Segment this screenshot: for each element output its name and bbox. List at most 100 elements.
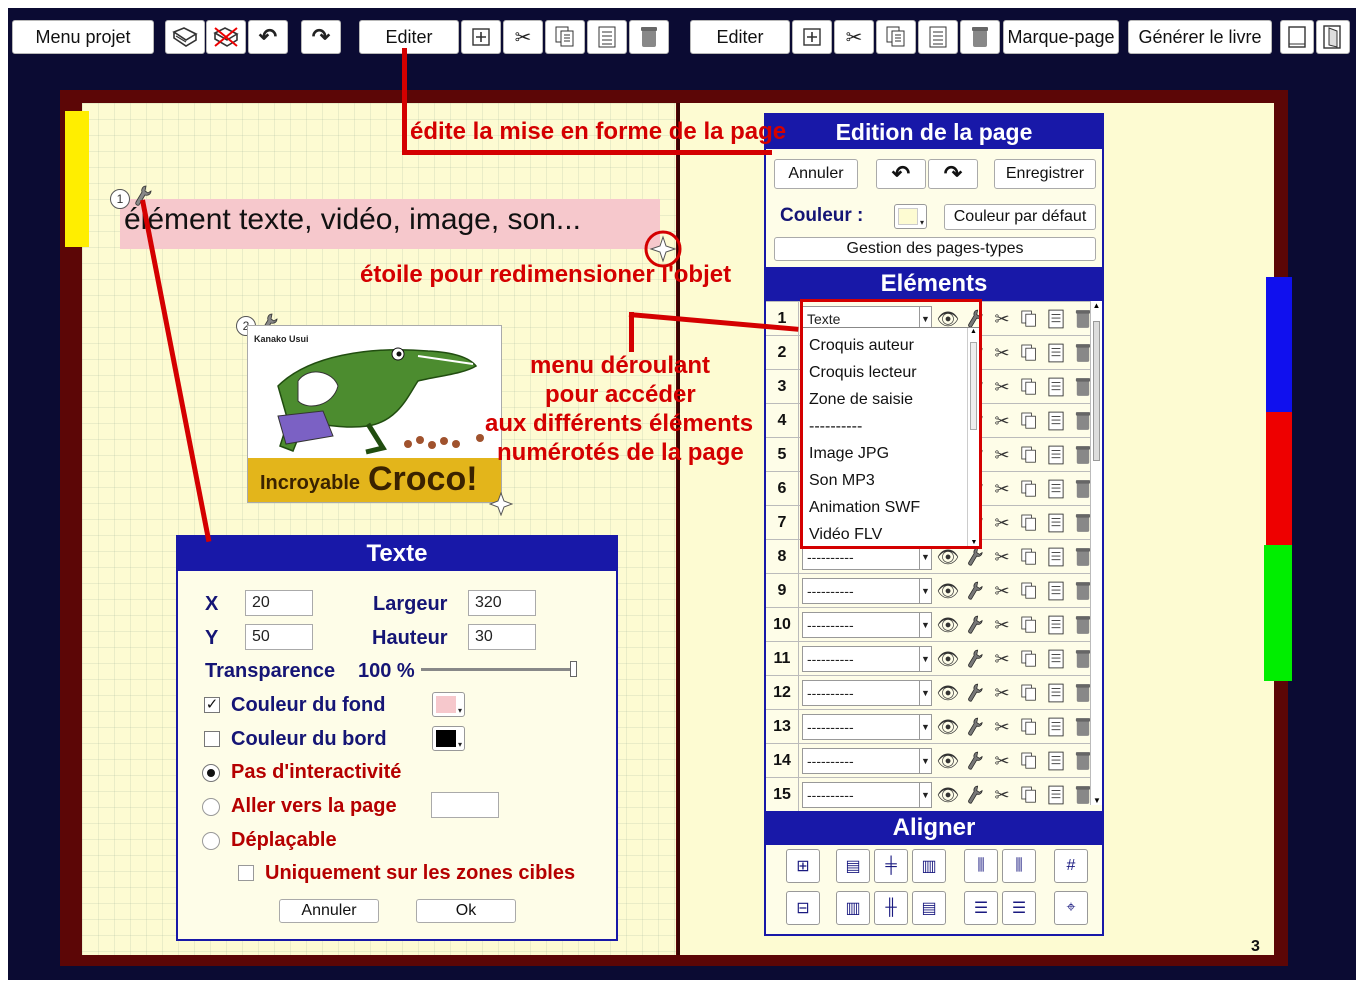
resize-star-icon-2[interactable] — [488, 491, 514, 521]
red-bookmark-tab[interactable] — [1266, 412, 1292, 545]
default-color-button[interactable]: Couleur par défaut — [944, 204, 1096, 230]
goto-page-input[interactable] — [431, 792, 499, 818]
cut-icon[interactable]: ✂ — [990, 442, 1014, 468]
distribute-h-icon[interactable]: ⫼ — [964, 849, 998, 883]
add-icon[interactable] — [461, 20, 501, 54]
copy-icon[interactable] — [545, 20, 585, 54]
eye-icon[interactable]: 👁 — [936, 680, 960, 706]
wrench-icon[interactable] — [963, 612, 987, 638]
open-book-icon[interactable] — [165, 20, 205, 54]
green-bookmark-tab[interactable] — [1264, 545, 1292, 681]
distribute-v-icon[interactable]: ☰ — [964, 891, 998, 925]
paste-icon[interactable] — [1044, 612, 1068, 638]
paste-icon[interactable] — [1044, 408, 1068, 434]
page-editor-undo-button[interactable]: ↶ — [876, 159, 926, 189]
copy-icon[interactable] — [1017, 306, 1041, 332]
cut-icon[interactable]: ✂ — [990, 578, 1014, 604]
align-vcenter-icon[interactable]: ╫ — [874, 891, 908, 925]
chevron-down-icon[interactable]: ▼ — [919, 715, 931, 739]
radio-draggable[interactable] — [202, 832, 220, 850]
cut-icon[interactable]: ✂ — [990, 544, 1014, 570]
copy-icon[interactable] — [1017, 476, 1041, 502]
cut-icon[interactable]: ✂ — [990, 510, 1014, 536]
chevron-down-icon[interactable]: ▼ — [919, 749, 931, 773]
cut-icon[interactable]: ✂ — [990, 782, 1014, 808]
bg-color-checkbox[interactable]: ✓ — [204, 697, 220, 713]
paste-icon[interactable] — [587, 20, 627, 54]
paste-icon[interactable] — [1044, 544, 1068, 570]
wrench-icon[interactable] — [963, 748, 987, 774]
copy-icon[interactable] — [1017, 714, 1041, 740]
grid-icon[interactable]: # — [1054, 849, 1088, 883]
eye-icon[interactable]: 👁 — [936, 782, 960, 808]
single-page-icon[interactable] — [1280, 20, 1314, 54]
y-input[interactable]: 50 — [245, 624, 313, 650]
height-input[interactable]: 30 — [468, 624, 536, 650]
croco-image[interactable]: Kanako Usui Incroyable Croco! — [247, 325, 502, 503]
page-color-swatch[interactable]: ▾ — [894, 204, 927, 229]
text-panel-cancel-button[interactable]: Annuler — [279, 899, 379, 923]
cut-icon[interactable]: ✂ — [990, 340, 1014, 366]
copy-icon[interactable] — [1017, 612, 1041, 638]
transparency-slider-thumb[interactable] — [570, 661, 577, 677]
copy-icon[interactable] — [1017, 374, 1041, 400]
copy-icon[interactable] — [1017, 748, 1041, 774]
cut-icon[interactable]: ✂ — [990, 748, 1014, 774]
element-type-select[interactable]: ---------- ▼ — [802, 748, 932, 774]
exit-door-icon[interactable] — [1316, 20, 1350, 54]
page-editor-redo-button[interactable]: ↷ — [928, 159, 978, 189]
radio-goto-page[interactable] — [202, 798, 220, 816]
paste-icon[interactable] — [1044, 748, 1068, 774]
element-type-select[interactable]: ---------- ▼ — [802, 714, 932, 740]
element-type-select[interactable]: ---------- ▼ — [802, 646, 932, 672]
copy-icon-right[interactable] — [876, 20, 916, 54]
align-left-icon[interactable]: ▤ — [836, 849, 870, 883]
page-editor-cancel-button[interactable]: Annuler — [774, 159, 858, 189]
cut-icon[interactable]: ✂ — [990, 476, 1014, 502]
distribute-h2-icon[interactable]: ⫼ — [1002, 849, 1036, 883]
blue-bookmark-tab[interactable] — [1266, 277, 1292, 412]
align-page-center-icon[interactable]: ⊞ — [786, 849, 820, 883]
wrench-icon[interactable] — [963, 646, 987, 672]
copy-icon[interactable] — [1017, 578, 1041, 604]
distribute-v2-icon[interactable]: ☰ — [1002, 891, 1036, 925]
transparency-slider-track[interactable] — [421, 668, 577, 671]
align-hcenter-icon[interactable]: ╪ — [874, 849, 908, 883]
page-editor-save-button[interactable]: Enregistrer — [994, 159, 1096, 189]
cut-icon[interactable]: ✂ — [503, 20, 543, 54]
yellow-bookmark-tab[interactable] — [65, 111, 89, 247]
wrench-icon[interactable] — [963, 782, 987, 808]
copy-icon[interactable] — [1017, 544, 1041, 570]
bg-color-swatch[interactable]: ▾ — [432, 692, 465, 717]
delete-book-icon[interactable] — [206, 20, 246, 54]
redo-icon[interactable]: ↷ — [301, 20, 341, 54]
paste-icon[interactable] — [1044, 442, 1068, 468]
copy-icon[interactable] — [1017, 442, 1041, 468]
align-top-icon[interactable]: ▥ — [836, 891, 870, 925]
chevron-down-icon[interactable]: ▼ — [919, 613, 931, 637]
only-targets-checkbox[interactable] — [238, 865, 254, 881]
x-input[interactable]: 20 — [245, 590, 313, 616]
element-type-select[interactable]: ---------- ▼ — [802, 578, 932, 604]
paste-icon[interactable] — [1044, 340, 1068, 366]
trash-icon[interactable] — [629, 20, 669, 54]
trash-icon-right[interactable] — [960, 20, 1000, 54]
eye-icon[interactable]: 👁 — [936, 714, 960, 740]
paste-icon[interactable] — [1044, 306, 1068, 332]
chevron-down-icon[interactable]: ▼ — [919, 647, 931, 671]
wrench-icon[interactable] — [963, 578, 987, 604]
editer-button-right[interactable]: Editer — [690, 20, 790, 54]
copy-icon[interactable] — [1017, 782, 1041, 808]
element-type-select[interactable]: ---------- ▼ — [802, 782, 932, 808]
copy-icon[interactable] — [1017, 646, 1041, 672]
border-color-checkbox[interactable] — [204, 731, 220, 747]
cut-icon-right[interactable]: ✂ — [834, 20, 874, 54]
marque-page-button[interactable]: Marque-page — [1003, 20, 1119, 54]
paste-icon[interactable] — [1044, 680, 1068, 706]
eye-icon[interactable]: 👁 — [936, 646, 960, 672]
copy-icon[interactable] — [1017, 340, 1041, 366]
cut-icon[interactable]: ✂ — [990, 408, 1014, 434]
elements-scrollbar[interactable]: ▲ ▼ — [1090, 301, 1102, 805]
paste-icon-right[interactable] — [918, 20, 958, 54]
eye-icon[interactable]: 👁 — [936, 748, 960, 774]
